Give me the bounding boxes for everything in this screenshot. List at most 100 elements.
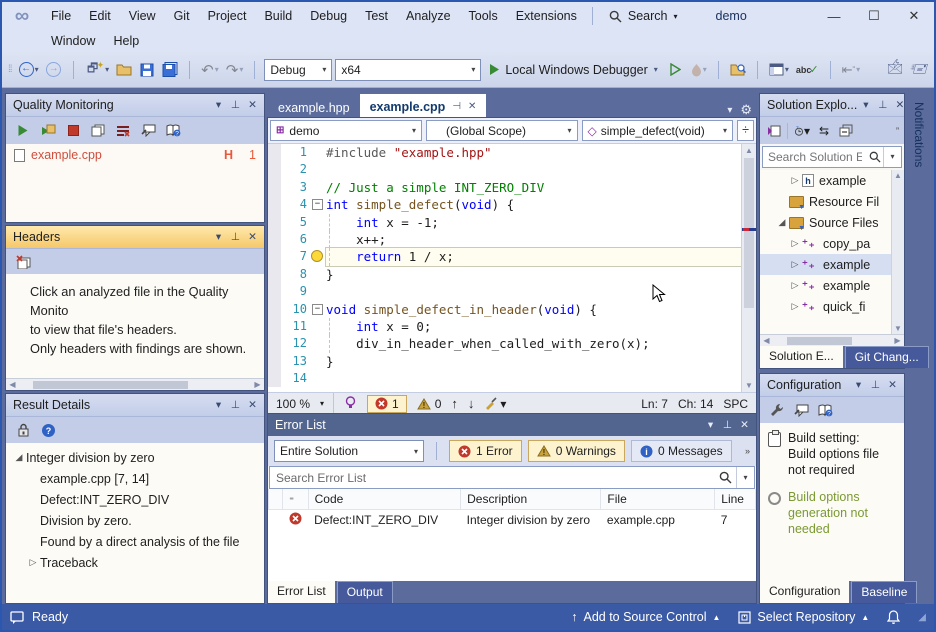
chevron-expanded-icon[interactable]: ◢ bbox=[12, 452, 26, 463]
editor-settings-gear-icon[interactable]: ⚙ bbox=[740, 102, 752, 118]
chevron-collapsed-icon[interactable]: ▷ bbox=[788, 301, 802, 312]
solution-tree-item[interactable]: ▷⁺₊copy_pa bbox=[760, 233, 904, 254]
breakpoint-margin[interactable] bbox=[268, 370, 281, 387]
code-line[interactable]: 9 bbox=[268, 283, 741, 300]
close-icon[interactable]: ✕ bbox=[884, 379, 901, 391]
menu-file[interactable]: File bbox=[42, 5, 80, 27]
close-icon[interactable]: ✕ bbox=[891, 99, 904, 111]
menu-view[interactable]: View bbox=[120, 5, 165, 27]
clear-results-icon[interactable] bbox=[115, 123, 131, 139]
fold-collapse-icon[interactable]: − bbox=[312, 304, 323, 315]
help-icon[interactable]: ? bbox=[40, 422, 56, 438]
settings-feedback-icon[interactable] bbox=[140, 123, 156, 139]
code-line[interactable]: 5 int x = -1; bbox=[268, 214, 741, 231]
pin-icon[interactable]: ⊥ bbox=[874, 99, 891, 111]
tab-example-hpp[interactable]: example.hpp bbox=[268, 97, 360, 118]
live-share-button[interactable]: 🖅 bbox=[908, 58, 930, 82]
quick-search[interactable]: Search ▾ bbox=[599, 7, 688, 25]
pin-icon[interactable]: ⊥ bbox=[719, 419, 736, 431]
window-position-icon[interactable]: ▾ bbox=[210, 399, 227, 411]
breakpoint-margin[interactable] bbox=[268, 248, 281, 265]
code-line[interactable]: 8} bbox=[268, 266, 741, 283]
code-line[interactable]: 10−void simple_defect_in_header(void) { bbox=[268, 301, 741, 318]
window-position-icon[interactable]: ▾ bbox=[850, 379, 867, 391]
error-list-search[interactable]: ▾ bbox=[269, 466, 755, 489]
severity-filter-icon[interactable]: ⁼ bbox=[289, 495, 294, 505]
menu-build[interactable]: Build bbox=[255, 5, 301, 27]
tree-item[interactable]: ◢Integer division by zero bbox=[6, 447, 264, 468]
close-button[interactable]: ✕ bbox=[894, 3, 934, 29]
navigate-forward-button[interactable]: → bbox=[44, 58, 64, 82]
breakpoint-margin[interactable] bbox=[268, 144, 281, 161]
chevron-collapsed-icon[interactable]: ▷ bbox=[788, 259, 802, 270]
navigate-back-button[interactable]: ←▾ bbox=[17, 58, 41, 82]
breakpoint-margin[interactable] bbox=[268, 283, 281, 300]
vertical-scrollbar[interactable]: ▲ ▼ bbox=[741, 144, 756, 392]
menu-git[interactable]: Git bbox=[165, 5, 199, 27]
menu-debug[interactable]: Debug bbox=[301, 5, 356, 27]
chevron-collapsed-icon[interactable]: ▷ bbox=[788, 238, 802, 249]
headers-title-bar[interactable]: Headers ▾ ⊥ ✕ bbox=[6, 226, 264, 248]
code-line[interactable]: 7 return 1 / x; bbox=[268, 248, 741, 265]
solution-explorer-search[interactable]: ▾ bbox=[762, 146, 902, 168]
menu-edit[interactable]: Edit bbox=[80, 5, 120, 27]
search-options-chevron-icon[interactable]: ▾ bbox=[736, 467, 754, 488]
tab-example-cpp[interactable]: example.cpp ⊣ ✕ bbox=[360, 94, 487, 118]
code-line[interactable]: 4−int simple_defect(void) { bbox=[268, 196, 741, 213]
hot-reload-button[interactable]: ▾ bbox=[689, 58, 709, 82]
tab-baseline[interactable]: Baseline bbox=[851, 581, 917, 603]
quality-monitoring-title-bar[interactable]: Quality Monitoring ▾ ⊥ ✕ bbox=[6, 94, 264, 116]
solution-tree-item[interactable]: ▷hexample bbox=[760, 170, 904, 191]
save-all-button[interactable] bbox=[160, 58, 180, 82]
error-search-input[interactable] bbox=[270, 471, 715, 485]
sync-with-active-document-icon[interactable]: ⇆ bbox=[816, 123, 832, 139]
solution-platform-select[interactable]: x64▾ bbox=[335, 59, 481, 81]
code-area[interactable]: 1#include "example.hpp"23// Just a simpl… bbox=[268, 144, 741, 392]
feedback-icon[interactable] bbox=[10, 611, 24, 624]
analyzed-file-row[interactable]: example.cpp H 1 bbox=[6, 144, 264, 166]
solution-configuration-select[interactable]: Debug▾ bbox=[264, 59, 332, 81]
scroll-down-icon[interactable]: ▼ bbox=[742, 381, 756, 390]
clear-headers-icon[interactable] bbox=[15, 254, 31, 270]
scrollbar-thumb[interactable] bbox=[744, 158, 754, 308]
run-analysis-on-file-icon[interactable] bbox=[40, 123, 56, 139]
pin-icon[interactable]: ⊥ bbox=[227, 99, 244, 111]
breakpoint-margin[interactable] bbox=[268, 196, 281, 213]
help-book-icon[interactable]: ? bbox=[817, 402, 833, 418]
tree-item[interactable]: Found by a direct analysis of the file bbox=[6, 531, 264, 552]
copy-results-icon[interactable] bbox=[90, 123, 106, 139]
find-in-files-button[interactable] bbox=[728, 58, 748, 82]
stop-analysis-icon[interactable] bbox=[65, 123, 81, 139]
horizontal-scrollbar[interactable]: ◀▶ bbox=[760, 334, 904, 346]
minimize-button[interactable]: — bbox=[814, 3, 854, 29]
error-row[interactable]: Defect:INT_ZERO_DIVInteger division by z… bbox=[269, 509, 756, 530]
breakpoint-margin[interactable] bbox=[268, 335, 281, 352]
breakpoint-margin[interactable] bbox=[268, 266, 281, 283]
error-list-title-bar[interactable]: Error List ▾ ⊥ ✕ bbox=[268, 414, 756, 436]
menu-window[interactable]: Window bbox=[42, 30, 104, 52]
maximize-button[interactable]: ☐ bbox=[854, 3, 894, 29]
add-to-source-control-button[interactable]: ↑ Add to Source Control▲ bbox=[571, 610, 720, 624]
solution-explorer-window-button[interactable]: ▾ bbox=[767, 58, 791, 82]
member-select[interactable]: ◇ simple_defect(void)▾ bbox=[582, 120, 734, 141]
breakpoint-margin[interactable] bbox=[268, 231, 281, 248]
collapse-all-icon[interactable] bbox=[838, 123, 854, 139]
close-icon[interactable]: ✕ bbox=[244, 231, 261, 243]
solution-tree-item[interactable]: ◢Source Files bbox=[760, 212, 904, 233]
tree-item[interactable]: ▷Traceback bbox=[6, 552, 264, 573]
chevron-collapsed-icon[interactable]: ▷ bbox=[788, 280, 802, 291]
code-line[interactable]: 2 bbox=[268, 161, 741, 178]
start-debugging-button[interactable]: Local Windows Debugger▾ bbox=[484, 58, 662, 82]
save-button[interactable] bbox=[137, 58, 157, 82]
solution-explorer-title-bar[interactable]: Solution Explo... ▾ ⊥ ✕ bbox=[760, 94, 904, 116]
configuration-title-bar[interactable]: Configuration ▾ ⊥ ✕ bbox=[760, 374, 904, 396]
close-icon[interactable]: ✕ bbox=[736, 419, 753, 431]
scroll-up-icon[interactable]: ▲ bbox=[742, 146, 756, 155]
run-analysis-icon[interactable] bbox=[15, 123, 31, 139]
toolbar-grip[interactable]: ⁞⁞ bbox=[8, 64, 12, 75]
select-repository-button[interactable]: Select Repository▲ bbox=[738, 610, 869, 624]
toolbar-overflow-icon[interactable]: » bbox=[745, 446, 750, 456]
chevron-collapsed-icon[interactable]: ▷ bbox=[26, 557, 40, 568]
new-project-button[interactable]: 🗗✦▾ bbox=[83, 58, 112, 82]
solution-tree-item[interactable]: Resource Fil bbox=[760, 191, 904, 212]
